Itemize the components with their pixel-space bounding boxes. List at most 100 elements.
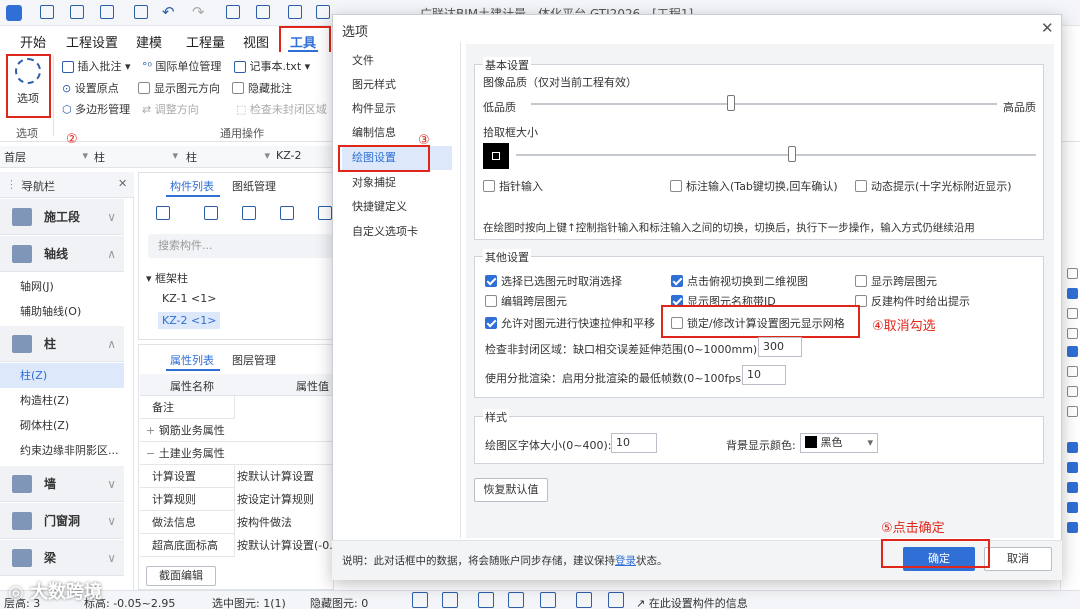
- right-checkbox[interactable]: [1067, 482, 1078, 493]
- cancel-button[interactable]: 取消: [984, 547, 1052, 571]
- right-checkbox[interactable]: [1067, 288, 1078, 299]
- font-size-input[interactable]: 10: [611, 433, 657, 453]
- dim-icon[interactable]: [576, 592, 592, 608]
- property-value[interactable]: 按默认计算设置(-0.3: [234, 534, 334, 557]
- nav-group-wall[interactable]: 墙 ∨: [0, 466, 124, 502]
- component-item-kz1[interactable]: KZ-1 <1>: [162, 292, 216, 305]
- ortho-icon[interactable]: [412, 592, 428, 608]
- type2-select[interactable]: 柱 ▾: [186, 149, 270, 165]
- grid-icon[interactable]: [288, 5, 302, 19]
- nav-item-edge-region[interactable]: 约束边缘非阴影区...: [0, 438, 124, 463]
- property-value[interactable]: 按默认计算设置: [234, 465, 334, 488]
- hide-note-checkbox[interactable]: 隐藏批注: [232, 80, 292, 96]
- open-icon[interactable]: [100, 5, 114, 19]
- dialog-nav-object-snap[interactable]: 对象捕捉: [342, 171, 450, 195]
- component-item-kz2[interactable]: KZ-2 <1>: [158, 312, 221, 329]
- tab-project-settings[interactable]: 工程设置: [66, 32, 118, 51]
- tree-root[interactable]: ▾ 框架柱: [146, 270, 188, 286]
- set-origin-button[interactable]: ⊙ 设置原点: [62, 80, 119, 96]
- notepad-button[interactable]: 记事本.txt ▾: [234, 58, 310, 74]
- snap-icon[interactable]: [540, 592, 556, 608]
- right-checkbox[interactable]: [1067, 406, 1078, 417]
- nav-group-stage[interactable]: 施工段 ∨: [0, 199, 124, 235]
- tab-component-list[interactable]: 构件列表: [170, 178, 214, 194]
- save-icon[interactable]: [134, 5, 148, 19]
- bound-icon[interactable]: [608, 592, 624, 608]
- right-checkbox[interactable]: [1067, 328, 1078, 339]
- component-search-input[interactable]: 搜索构件...: [148, 234, 332, 258]
- tab-modeling[interactable]: 建模: [136, 32, 162, 51]
- delete-icon[interactable]: [242, 206, 256, 220]
- nav-item-struct-column[interactable]: 构造柱(Z): [0, 388, 124, 413]
- check-unclosed-button[interactable]: ⬚ 检查未封闭区域: [236, 101, 327, 117]
- nav-item-masonry-column[interactable]: 砌体柱(Z): [0, 413, 124, 438]
- select-mode-icon[interactable]: [442, 592, 458, 608]
- bg-color-select[interactable]: 黑色 ▾: [800, 433, 878, 453]
- property-value[interactable]: [234, 396, 334, 419]
- dialog-nav-component-display[interactable]: 构件显示: [342, 97, 450, 121]
- right-checkbox[interactable]: [1067, 308, 1078, 319]
- property-value[interactable]: 按设定计算规则: [234, 488, 334, 511]
- reverse-build-hint-checkbox[interactable]: 反建构件时给出提示: [855, 293, 970, 309]
- dialog-close-icon[interactable]: ✕: [1041, 19, 1054, 37]
- nav-item-grid[interactable]: 轴网(J): [0, 274, 124, 299]
- nav-group-door-window[interactable]: 门窗洞 ∨: [0, 503, 124, 539]
- dialog-nav-element-style[interactable]: 图元样式: [342, 73, 450, 97]
- right-checkbox[interactable]: [1067, 268, 1078, 279]
- tab-quantity[interactable]: 工程量: [186, 32, 225, 51]
- new-icon[interactable]: [40, 5, 54, 19]
- deselect-checkbox[interactable]: 选择已选图元时取消选择: [485, 273, 622, 289]
- report-icon[interactable]: [256, 5, 270, 19]
- polygon-manage-button[interactable]: ⬡ 多边形管理: [62, 101, 130, 117]
- quick-stretch-checkbox[interactable]: 允许对图元进行快速拉伸和平移: [485, 315, 655, 331]
- tab-view[interactable]: 视图: [243, 32, 269, 51]
- nav-group-column[interactable]: 柱 ∧: [0, 326, 124, 362]
- undo-icon[interactable]: ↶: [162, 3, 175, 21]
- nav-item-column[interactable]: 柱(Z): [0, 363, 124, 388]
- nav-group-axis[interactable]: 轴线 ∧: [0, 236, 124, 272]
- intl-unit-button[interactable]: °⁰ 国际单位管理: [142, 58, 221, 74]
- dialog-nav-file[interactable]: 文件: [342, 49, 450, 73]
- insert-note-button[interactable]: 插入批注 ▾: [62, 58, 131, 74]
- tab-drawing-manage[interactable]: 图纸管理: [232, 178, 276, 194]
- redo-icon[interactable]: ↷: [192, 3, 205, 21]
- right-checkbox[interactable]: [1067, 522, 1078, 533]
- right-checkbox[interactable]: [1067, 366, 1078, 377]
- code-select[interactable]: KZ-2: [276, 149, 332, 162]
- check-unclosed-input[interactable]: 300: [758, 337, 802, 357]
- login-link[interactable]: 登录: [615, 555, 636, 567]
- section-edit-button[interactable]: 截面编辑: [146, 566, 216, 586]
- tab-property-list[interactable]: 属性列表: [170, 352, 214, 368]
- new-file-icon[interactable]: [70, 5, 84, 19]
- filter-icon[interactable]: [318, 206, 332, 220]
- quality-slider-handle[interactable]: [727, 95, 736, 111]
- layer-copy-icon[interactable]: [280, 206, 294, 220]
- dialog-nav-custom-tab[interactable]: 自定义选项卡: [342, 220, 450, 244]
- pick-size-slider[interactable]: [516, 146, 1036, 162]
- floor-select[interactable]: 首层 ▾: [4, 149, 88, 165]
- right-checkbox[interactable]: [1067, 442, 1078, 453]
- adjust-direction-button[interactable]: ⇄ 调整方向: [142, 101, 199, 117]
- right-checkbox[interactable]: [1067, 462, 1078, 473]
- property-row[interactable]: + 钢筋业务属性: [140, 419, 335, 442]
- dialog-nav-shortcut[interactable]: 快捷键定义: [342, 195, 450, 219]
- restore-default-button[interactable]: 恢复默认值: [474, 478, 548, 502]
- right-checkbox[interactable]: [1067, 502, 1078, 513]
- top-view-2d-checkbox[interactable]: 点击俯视切换到二维视图: [671, 273, 808, 289]
- angle-icon[interactable]: [508, 592, 524, 608]
- tab-layer-manage[interactable]: 图层管理: [232, 352, 276, 368]
- cross-icon[interactable]: [478, 592, 494, 608]
- quality-slider[interactable]: [531, 95, 997, 111]
- nav-close-icon[interactable]: ✕: [118, 177, 127, 190]
- dimension-input-checkbox[interactable]: 标注输入(Tab键切换,回车确认): [670, 178, 838, 194]
- nav-item-aux-axis[interactable]: 辅助轴线(O): [0, 299, 124, 324]
- tab-start[interactable]: 开始: [20, 32, 46, 51]
- edit-cross-layer-checkbox[interactable]: 编辑跨层图元: [485, 293, 567, 309]
- right-checkbox[interactable]: [1067, 386, 1078, 397]
- property-row[interactable]: − 土建业务属性: [140, 442, 335, 465]
- quick-access-toolbar[interactable]: ↶ ↷: [40, 3, 330, 21]
- dynamic-hint-checkbox[interactable]: 动态提示(十字光标附近显示): [855, 178, 1012, 194]
- copy-icon[interactable]: [204, 206, 218, 220]
- show-direction-checkbox[interactable]: 显示图元方向: [138, 80, 220, 96]
- dialog-nav-compile-info[interactable]: 编制信息: [342, 121, 450, 145]
